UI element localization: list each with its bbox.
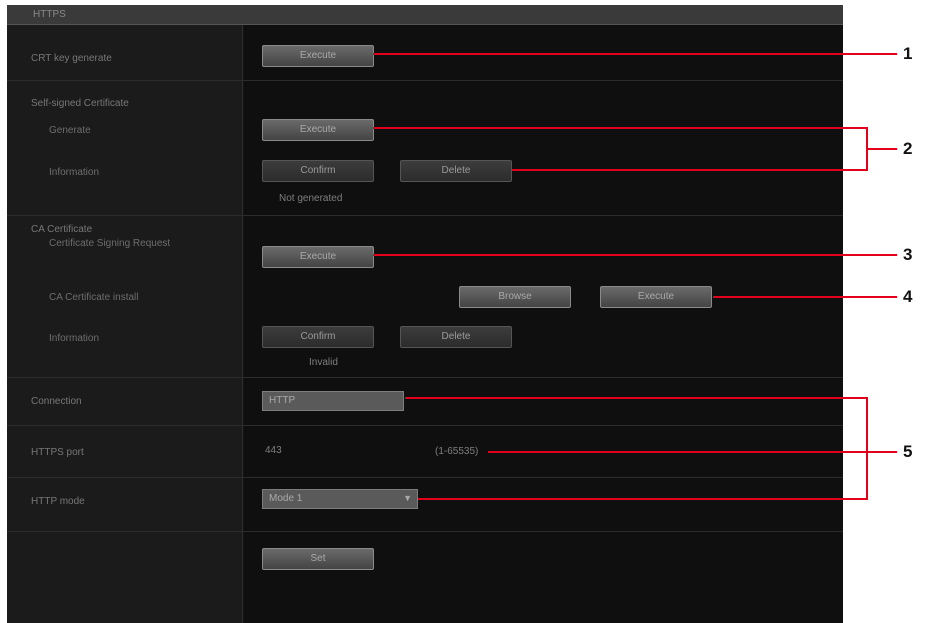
ca-certificate-label: CA Certificate <box>31 224 93 235</box>
callout-line-3 <box>373 254 897 256</box>
callout-line-5b <box>488 451 897 453</box>
callout-bracket-5 <box>866 397 868 500</box>
http-mode-select[interactable]: Mode 1 ▼ <box>262 489 418 509</box>
value-column <box>244 25 843 623</box>
self-signed-information-label: Information <box>49 167 100 178</box>
ca-status-text: Invalid <box>309 357 338 368</box>
crt-key-generate-label: CRT key generate <box>31 53 112 64</box>
csr-label: Certificate Signing Request <box>49 238 171 249</box>
http-mode-value: Mode 1 <box>269 493 303 504</box>
ca-browse-button[interactable]: Browse <box>459 286 571 308</box>
callout-line-2c <box>866 148 897 150</box>
callout-line-5a <box>405 397 867 399</box>
csr-execute-button[interactable]: Execute <box>262 246 374 268</box>
https-port-field[interactable]: 443 <box>265 445 282 456</box>
http-mode-label: HTTP mode <box>31 496 85 507</box>
connection-value: HTTP <box>269 395 296 406</box>
callout-line-1 <box>373 53 897 55</box>
row-divider <box>7 377 843 378</box>
title-bar: HTTPS <box>7 5 843 25</box>
callout-line-5c <box>418 498 867 500</box>
row-divider <box>7 477 843 478</box>
callout-number-1: 1 <box>903 44 913 63</box>
label-column <box>7 25 243 623</box>
self-signed-delete-button[interactable]: Delete <box>400 160 512 182</box>
self-signed-status-text: Not generated <box>279 193 343 204</box>
chevron-down-icon: ▼ <box>403 493 412 503</box>
self-signed-certificate-label: Self-signed Certificate <box>31 98 129 109</box>
callout-number-2: 2 <box>903 139 913 158</box>
ca-confirm-button[interactable]: Confirm <box>262 326 374 348</box>
row-divider <box>7 215 843 216</box>
connection-select[interactable]: HTTP <box>262 391 404 411</box>
https-port-range-text: (1-65535) <box>435 446 479 457</box>
ca-information-label: Information <box>49 333 100 344</box>
https-port-label: HTTPS port <box>31 447 84 458</box>
ca-delete-button[interactable]: Delete <box>400 326 512 348</box>
row-divider <box>7 531 843 532</box>
crt-key-execute-button[interactable]: Execute <box>262 45 374 67</box>
ca-execute-button[interactable]: Execute <box>600 286 712 308</box>
callout-line-4 <box>713 296 897 298</box>
set-button[interactable]: Set <box>262 548 374 570</box>
https-settings-screen: HTTPS CRT key generate Execute Self-sign… <box>7 5 843 623</box>
callout-line-2a <box>373 127 867 129</box>
callout-number-3: 3 <box>903 245 913 264</box>
self-signed-confirm-button[interactable]: Confirm <box>262 160 374 182</box>
ca-certificate-install-label: CA Certificate install <box>49 292 139 303</box>
self-signed-generate-label: Generate <box>49 125 91 136</box>
self-signed-execute-button[interactable]: Execute <box>262 119 374 141</box>
callout-number-4: 4 <box>903 287 913 306</box>
callout-number-5: 5 <box>903 442 913 461</box>
row-divider <box>7 80 843 81</box>
row-divider <box>7 425 843 426</box>
connection-label: Connection <box>31 396 82 407</box>
window-title: HTTPS <box>33 9 66 20</box>
callout-line-2b <box>512 169 867 171</box>
